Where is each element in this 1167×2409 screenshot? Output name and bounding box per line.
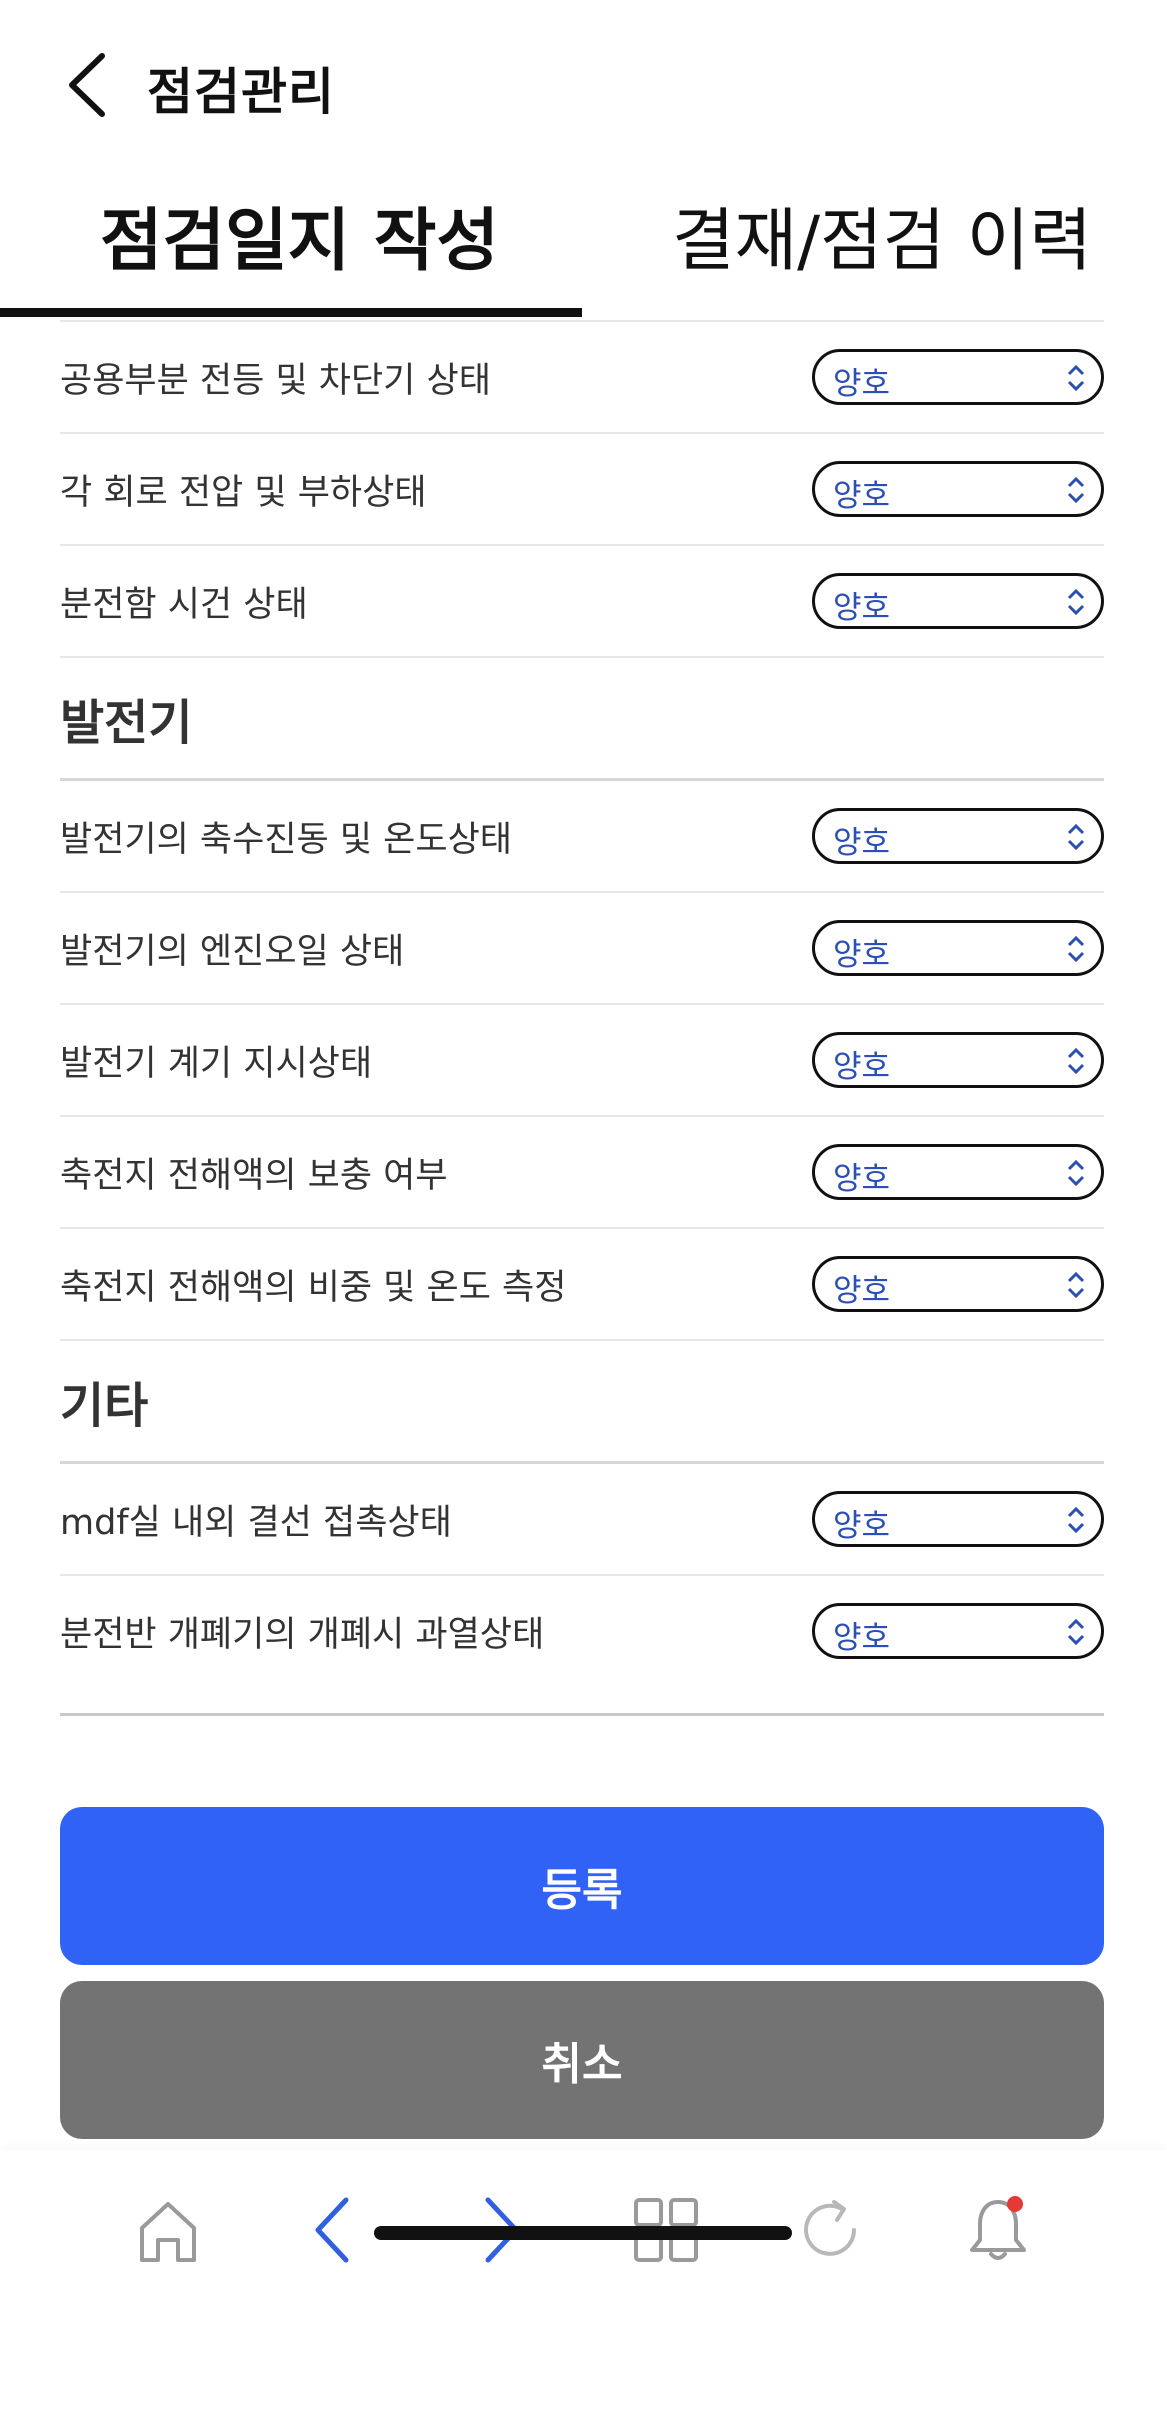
chevron-updown-icon [1061,820,1091,854]
select-value: 양호 [833,590,891,626]
list-item: 공용부분 전등 및 차단기 상태 양호 [60,320,1104,432]
back-button[interactable] [60,50,120,120]
list-item: mdf실 내외 결선 접촉상태 양호 [60,1464,1104,1574]
status-select[interactable]: 양호 [812,808,1104,864]
item-label: 축전지 전해액의 비중 및 온도 측정 [60,1267,567,1308]
list-end-divider [60,1713,1104,1716]
item-label: 분전함 시건 상태 [60,584,308,625]
list-item: 분전함 시건 상태 양호 [60,544,1104,656]
item-label: 각 회로 전압 및 부하상태 [60,472,427,513]
item-label: 발전기 계기 지시상태 [60,1043,373,1084]
item-label: 발전기의 축수진동 및 온도상태 [60,819,512,860]
header: 점검관리 [0,0,1167,175]
bell-icon[interactable] [958,2190,1038,2270]
cancel-button[interactable]: 취소 [60,1981,1104,2139]
refresh-icon[interactable] [792,2190,872,2270]
status-select[interactable]: 양호 [812,573,1104,629]
notification-dot [1007,2196,1023,2212]
chevron-updown-icon [1061,473,1091,507]
select-value: 양호 [833,478,891,514]
status-select[interactable]: 양호 [812,920,1104,976]
chevron-updown-icon [1061,932,1091,966]
chevron-updown-icon [1061,1156,1091,1190]
status-select[interactable]: 양호 [812,349,1104,405]
select-value: 양호 [833,1273,891,1309]
item-label: 축전지 전해액의 보충 여부 [60,1155,448,1196]
tab-approval-history[interactable]: 결재/점검 이력 [672,185,1092,284]
status-select[interactable]: 양호 [812,461,1104,517]
item-label: 발전기의 엔진오일 상태 [60,931,405,972]
select-value: 양호 [833,1508,891,1544]
list-item: 발전기 계기 지시상태 양호 [60,1003,1104,1115]
select-value: 양호 [833,366,891,402]
register-button[interactable]: 등록 [60,1807,1104,1965]
list-item: 발전기의 축수진동 및 온도상태 양호 [60,781,1104,891]
page-title: 점검관리 [147,63,335,121]
checklist: 공용부분 전등 및 차단기 상태 양호 각 회로 전압 및 부하상태 양호 분전… [60,320,1104,1686]
status-select[interactable]: 양호 [812,1603,1104,1659]
chevron-updown-icon [1061,585,1091,619]
tab-bar: 점검일지 작성 결재/점검 이력 [0,175,1167,320]
chevron-updown-icon [1061,1503,1091,1537]
section-title: 기타 [60,1378,149,1434]
item-label: 공용부분 전등 및 차단기 상태 [60,360,491,401]
section-header-etc: 기타 [60,1339,1104,1461]
chevron-updown-icon [1061,361,1091,395]
list-item: 발전기의 엔진오일 상태 양호 [60,891,1104,1003]
list-item: 축전지 전해액의 비중 및 온도 측정 양호 [60,1227,1104,1339]
list-item: 분전반 개폐기의 개폐시 과열상태 양호 [60,1574,1104,1686]
active-tab-indicator [0,308,582,317]
home-indicator [374,2226,792,2240]
status-select[interactable]: 양호 [812,1032,1104,1088]
browser-toolbar [0,2150,1167,2409]
tab-inspection-log[interactable]: 점검일지 작성 [100,185,499,284]
chevron-updown-icon [1061,1044,1091,1078]
item-label: mdf실 내외 결선 접촉상태 [60,1502,452,1543]
back-icon[interactable] [294,2190,374,2270]
select-value: 양호 [833,1161,891,1197]
section-header-generator: 발전기 [60,656,1104,778]
select-value: 양호 [833,1620,891,1656]
list-item: 축전지 전해액의 보충 여부 양호 [60,1115,1104,1227]
select-value: 양호 [833,825,891,861]
status-select[interactable]: 양호 [812,1144,1104,1200]
section-title: 발전기 [60,695,193,751]
chevron-left-icon [69,53,105,117]
chevron-updown-icon [1061,1615,1091,1649]
select-value: 양호 [833,937,891,973]
select-value: 양호 [833,1049,891,1085]
chevron-updown-icon [1061,1268,1091,1302]
status-select[interactable]: 양호 [812,1491,1104,1547]
list-item: 각 회로 전압 및 부하상태 양호 [60,432,1104,544]
status-select[interactable]: 양호 [812,1256,1104,1312]
home-icon[interactable] [128,2190,208,2270]
item-label: 분전반 개폐기의 개폐시 과열상태 [60,1614,545,1655]
